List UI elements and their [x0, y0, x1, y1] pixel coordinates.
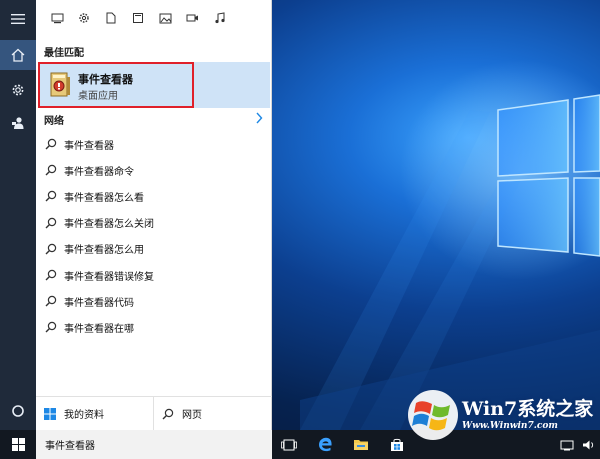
start-button[interactable]	[0, 430, 36, 459]
event-viewer-icon	[50, 72, 70, 97]
settings-filter-button[interactable]	[73, 7, 95, 29]
search-icon	[44, 320, 58, 334]
apps-filter-button[interactable]	[46, 7, 68, 29]
suggestion-text: 事件查看器怎么看	[64, 192, 144, 204]
music-filter-button[interactable]	[208, 7, 230, 29]
windows-logo-icon	[44, 407, 56, 420]
web-search-button[interactable]: 网页	[154, 397, 272, 430]
suggestion-item[interactable]: 事件查看器怎么用	[36, 236, 272, 262]
suggestion-item[interactable]: 事件查看器怎么关闭	[36, 210, 272, 236]
photos-filter-icon	[159, 13, 171, 23]
suggestion-text: 事件查看器在哪	[64, 323, 134, 335]
windows7-flag-logo-icon	[408, 390, 458, 440]
feedback-person-icon	[12, 117, 24, 129]
taskbar-search-box[interactable]: 事件查看器	[36, 430, 272, 459]
search-icon	[44, 189, 58, 203]
folders-filter-button[interactable]	[127, 7, 149, 29]
watermark-brand: Win7系统之家	[462, 398, 594, 420]
search-icon	[44, 268, 58, 282]
settings-button[interactable]	[0, 75, 36, 105]
task-view-button[interactable]	[274, 430, 304, 459]
suggestion-text: 事件查看器代码	[64, 297, 134, 309]
search-icon	[44, 294, 58, 308]
suggestion-item[interactable]: 事件查看器在哪	[36, 314, 272, 340]
web-header-label: 网络	[44, 116, 64, 127]
suggestion-item[interactable]: 事件查看器	[36, 131, 272, 157]
suggestion-item[interactable]: 事件查看器错误修复	[36, 262, 272, 288]
home-button[interactable]	[0, 40, 36, 70]
apps-filter-icon	[51, 13, 63, 23]
best-match-title: 事件查看器	[78, 73, 133, 86]
documents-filter-button[interactable]	[100, 7, 122, 29]
web-search-label: 网页	[182, 410, 202, 421]
my-stuff-button[interactable]: 我的资料	[36, 397, 154, 430]
suggestion-text: 事件查看器错误修复	[64, 271, 154, 283]
chevron-right-icon	[256, 112, 263, 124]
watermark-url: Www.Winwin7.com	[462, 421, 558, 431]
suggestion-item[interactable]: 事件查看器怎么看	[36, 183, 272, 209]
settings-gear-icon	[12, 84, 24, 96]
feedback-button[interactable]	[0, 108, 36, 138]
site-watermark: Win7系统之家 Www.Winwin7.com	[404, 388, 600, 442]
hamburger-menu-button[interactable]	[0, 4, 36, 34]
file-explorer-button[interactable]	[346, 430, 376, 459]
best-match-result[interactable]: 事件查看器 桌面应用	[38, 62, 270, 108]
suggestion-text: 事件查看器	[64, 140, 114, 152]
best-match-header: 最佳匹配	[44, 48, 84, 59]
videos-filter-button[interactable]	[181, 7, 203, 29]
search-icon	[162, 408, 174, 419]
home-icon	[11, 48, 25, 62]
suggestion-text: 事件查看器怎么用	[64, 245, 144, 257]
folders-filter-icon	[133, 13, 143, 23]
my-stuff-label: 我的资料	[64, 410, 104, 421]
videos-filter-icon	[186, 14, 198, 22]
edge-browser-button[interactable]	[310, 430, 340, 459]
music-filter-icon	[214, 12, 225, 24]
cortana-circle-icon	[12, 405, 24, 417]
task-view-icon	[281, 439, 297, 450]
start-windows-icon	[11, 438, 25, 451]
search-icon	[44, 137, 58, 151]
search-icon	[44, 242, 58, 256]
suggestion-text: 事件查看器怎么关闭	[64, 219, 154, 231]
store-icon	[391, 438, 403, 451]
best-match-subtitle: 桌面应用	[78, 91, 118, 102]
web-section-header[interactable]: 网络	[36, 110, 272, 128]
photos-filter-button[interactable]	[154, 7, 176, 29]
file-explorer-icon	[354, 440, 368, 450]
cortana-button[interactable]	[0, 396, 36, 426]
start-rail	[0, 0, 36, 430]
suggestion-item[interactable]: 事件查看器命令	[36, 157, 272, 183]
documents-filter-icon	[106, 12, 116, 24]
search-results-panel: 最佳匹配 事件查看器 桌面应用 网络 我的资料 网页 事件查看器 事件查看器命令…	[36, 0, 272, 430]
hamburger-menu-icon	[11, 14, 25, 24]
search-icon	[44, 163, 58, 177]
search-icon	[44, 216, 58, 230]
suggestion-item[interactable]: 事件查看器代码	[36, 288, 272, 314]
settings-filter-icon	[79, 13, 89, 23]
suggestion-text: 事件查看器命令	[64, 166, 134, 178]
edge-browser-icon	[318, 437, 332, 452]
filter-bar	[36, 0, 272, 36]
bottom-scope-bar: 我的资料 网页	[36, 396, 272, 430]
